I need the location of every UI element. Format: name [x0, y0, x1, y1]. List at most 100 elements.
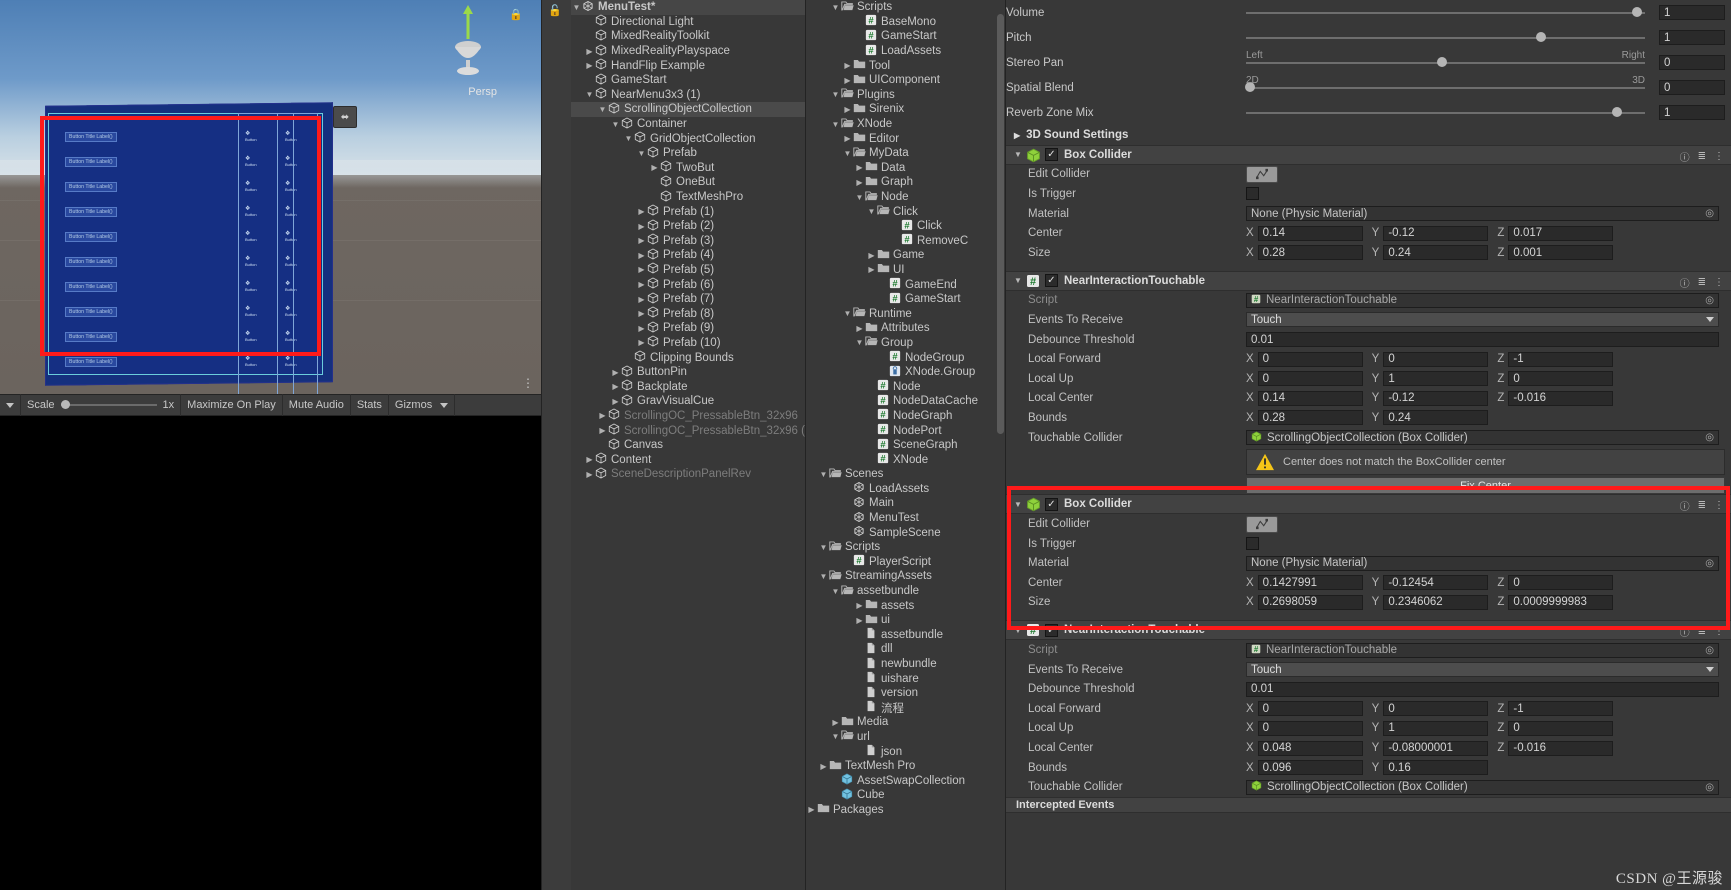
hierarchy-row[interactable]: ▶ ButtonPin — [571, 365, 805, 380]
scene-view-gizmo[interactable] — [437, 5, 499, 77]
is-trigger-row[interactable]: Is Trigger — [1006, 184, 1731, 204]
project-row[interactable]: ▼ MyData — [806, 146, 996, 161]
local-center-y[interactable]: -0.08000001 — [1383, 740, 1489, 756]
touchable-collider-field[interactable]: ScrollingObjectCollection (Box Collider)… — [1246, 779, 1719, 795]
audio-prop-slider[interactable] — [1245, 82, 1645, 92]
chevron-down-icon[interactable]: ▼ — [610, 120, 621, 129]
local-center[interactable]: Local Center X 0.048 Y -0.08000001 Z -0.016 — [1006, 738, 1731, 758]
project-row[interactable]: ▶ newbundle — [806, 657, 996, 672]
size-x[interactable]: 0.28 — [1257, 245, 1363, 261]
chevron-down-icon[interactable]: ▼ — [1012, 500, 1024, 509]
game-toolbar-caret[interactable] — [0, 394, 21, 416]
hierarchy-row[interactable]: ▶ Backplate — [571, 379, 805, 394]
hierarchy-row[interactable]: ▶ MixedRealityPlayspace — [571, 44, 805, 59]
object-picker-icon[interactable]: ◎ — [1705, 645, 1714, 656]
size-y[interactable]: 0.24 — [1383, 245, 1489, 261]
bounds-x[interactable]: 0.096 — [1257, 760, 1363, 776]
hierarchy-row[interactable]: ▼ Container — [571, 117, 805, 132]
local-up-y[interactable]: 1 — [1383, 371, 1489, 387]
hierarchy-row[interactable]: ▶ MixedRealityToolkit — [571, 29, 805, 44]
chevron-right-icon[interactable]: ▶ — [854, 616, 865, 625]
local-forward-z[interactable]: -1 — [1508, 701, 1614, 717]
chevron-right-icon[interactable]: ▶ — [866, 251, 877, 260]
project-row[interactable]: ▶# GameStart — [806, 292, 996, 307]
project-row[interactable]: ▶ version — [806, 686, 996, 701]
hierarchy-row[interactable]: ▶ Prefab (4) — [571, 248, 805, 263]
project-row[interactable]: ▶ json — [806, 744, 996, 759]
center-z[interactable]: 0.017 — [1508, 225, 1614, 241]
local-up-y[interactable]: 1 — [1383, 720, 1489, 736]
chevron-right-icon[interactable]: ▶ — [806, 805, 817, 814]
chevron-right-icon[interactable]: ▶ — [597, 426, 608, 435]
project-row[interactable]: ▶ Data — [806, 161, 996, 176]
component-header[interactable]: ▼ # ✓ NearInteractionTouchable ⓘ ≣ ⋮ — [1006, 620, 1731, 641]
project-row[interactable]: ▼ Scripts — [806, 540, 996, 555]
events-to-receive-dropdown[interactable]: Touch — [1246, 312, 1719, 328]
chevron-right-icon[interactable]: ▶ — [842, 76, 853, 85]
project-row[interactable]: ▼ Group — [806, 336, 996, 351]
size-y[interactable]: 0.2346062 — [1383, 594, 1489, 610]
lock-icon[interactable]: 🔓 — [548, 4, 562, 17]
hierarchy-row[interactable]: ▶ OneBut — [571, 175, 805, 190]
project-row[interactable]: ▶ UIComponent — [806, 73, 996, 88]
hierarchy-row[interactable]: ▶ Prefab (5) — [571, 262, 805, 278]
help-icon[interactable]: ⓘ — [1680, 149, 1690, 164]
hierarchy-row[interactable]: ▶ Prefab (1) — [571, 204, 805, 219]
local-forward-y[interactable]: 0 — [1383, 701, 1489, 717]
project-list[interactable]: ▼Scripts▶#BaseMono▶#GameStart▶#LoadAsset… — [806, 0, 996, 817]
project-row[interactable]: ▶ 流程 — [806, 701, 996, 716]
is-trigger-checkbox[interactable] — [1246, 537, 1259, 551]
scale-slider[interactable] — [60, 400, 157, 409]
chevron-right-icon[interactable]: ▶ — [610, 382, 621, 391]
hierarchy-row[interactable]: ▼ GridObjectCollection — [571, 131, 805, 146]
chevron-down-icon[interactable]: ▼ — [1012, 626, 1024, 635]
help-icon[interactable]: ⓘ — [1680, 624, 1690, 639]
project-row[interactable]: ▶# NodeGraph — [806, 409, 996, 424]
component-nearinteractiontouchable-1[interactable]: ▼ # ✓ NearInteractionTouchable ⓘ ≣ ⋮ Script # Nea… — [1006, 270, 1731, 495]
project-row[interactable]: ▼ Runtime — [806, 306, 996, 321]
kebab-menu-icon[interactable]: ⋮ — [1714, 626, 1725, 637]
chevron-right-icon[interactable]: ▶ — [636, 338, 647, 347]
chevron-right-icon[interactable]: ▶ — [636, 280, 647, 289]
chevron-right-icon[interactable]: ▶ — [636, 265, 647, 274]
center[interactable]: Center X 0.1427991 Y -0.12454 Z 0 — [1006, 573, 1731, 593]
chevron-down-icon[interactable]: ▼ — [1012, 150, 1024, 159]
chevron-right-icon[interactable]: ▶ — [636, 324, 647, 333]
preset-icon[interactable]: ≣ — [1698, 626, 1706, 637]
bounds-y[interactable]: 0.16 — [1383, 760, 1489, 776]
size-x[interactable]: 0.2698059 — [1257, 594, 1363, 610]
scene-lock-icon[interactable]: 🔒 — [509, 8, 523, 21]
local-center-x[interactable]: 0.14 — [1257, 390, 1363, 406]
inspector-panel[interactable]: Volume 1 Pitch 1 Stereo Pan Left Right 0 Spatial… — [1005, 0, 1731, 890]
hierarchy-row[interactable]: ▶ Content — [571, 452, 805, 467]
local-up[interactable]: Local Up X 0 Y 1 Z 0 — [1006, 719, 1731, 739]
project-row[interactable]: ▶ XNode.Group — [806, 365, 996, 380]
touchable-collider[interactable]: Touchable Collider ScrollingObjectCollect… — [1006, 428, 1731, 448]
chevron-right-icon[interactable]: ▶ — [584, 61, 595, 70]
edit-collider-icon[interactable] — [1246, 515, 1278, 533]
chevron-down-icon[interactable]: ▼ — [597, 105, 608, 114]
project-row[interactable]: ▼ assetbundle — [806, 584, 996, 599]
preset-icon[interactable]: ≣ — [1698, 151, 1706, 162]
game-view[interactable]: Button Title Label()◇◇Button Title Label… — [0, 416, 541, 890]
size-z[interactable]: 0.001 — [1508, 245, 1614, 261]
local-up-z[interactable]: 0 — [1508, 720, 1614, 736]
material-field[interactable]: None (Physic Material) ◎ — [1246, 206, 1719, 222]
local-center-z[interactable]: -0.016 — [1508, 390, 1614, 406]
project-row[interactable]: ▶ AssetSwapCollection — [806, 773, 996, 788]
events-to-receive[interactable]: Events To Receive Touch — [1006, 660, 1731, 680]
component-header[interactable]: ▼ ✓ Box Collider ⓘ ≣ ⋮ — [1006, 494, 1731, 515]
scene-view-kebab-icon[interactable]: ⋮ — [522, 377, 535, 389]
project-row[interactable]: ▶ TextMesh Pro — [806, 759, 996, 774]
chevron-right-icon[interactable]: ▶ — [866, 265, 877, 274]
project-row[interactable]: ▶# PlayerScript — [806, 555, 996, 570]
chevron-right-icon[interactable]: ▶ — [597, 411, 608, 420]
material[interactable]: Material None (Physic Material) ◎ — [1006, 204, 1731, 224]
hierarchy-scene-row[interactable]: ▼ MenuTest* — [571, 0, 805, 15]
audio-source-component[interactable]: Volume 1 Pitch 1 Stereo Pan Left Right 0 Spatial… — [1006, 0, 1731, 145]
project-row[interactable]: ▶ Packages — [806, 803, 996, 818]
events-to-receive[interactable]: Events To Receive Touch — [1006, 310, 1731, 330]
component-header[interactable]: ▼ ✓ Box Collider ⓘ ≣ ⋮ — [1006, 144, 1731, 165]
intercepted-events-section[interactable]: Intercepted Events — [1006, 797, 1731, 814]
hierarchy-row[interactable]: ▶ HandFlip Example — [571, 58, 805, 73]
